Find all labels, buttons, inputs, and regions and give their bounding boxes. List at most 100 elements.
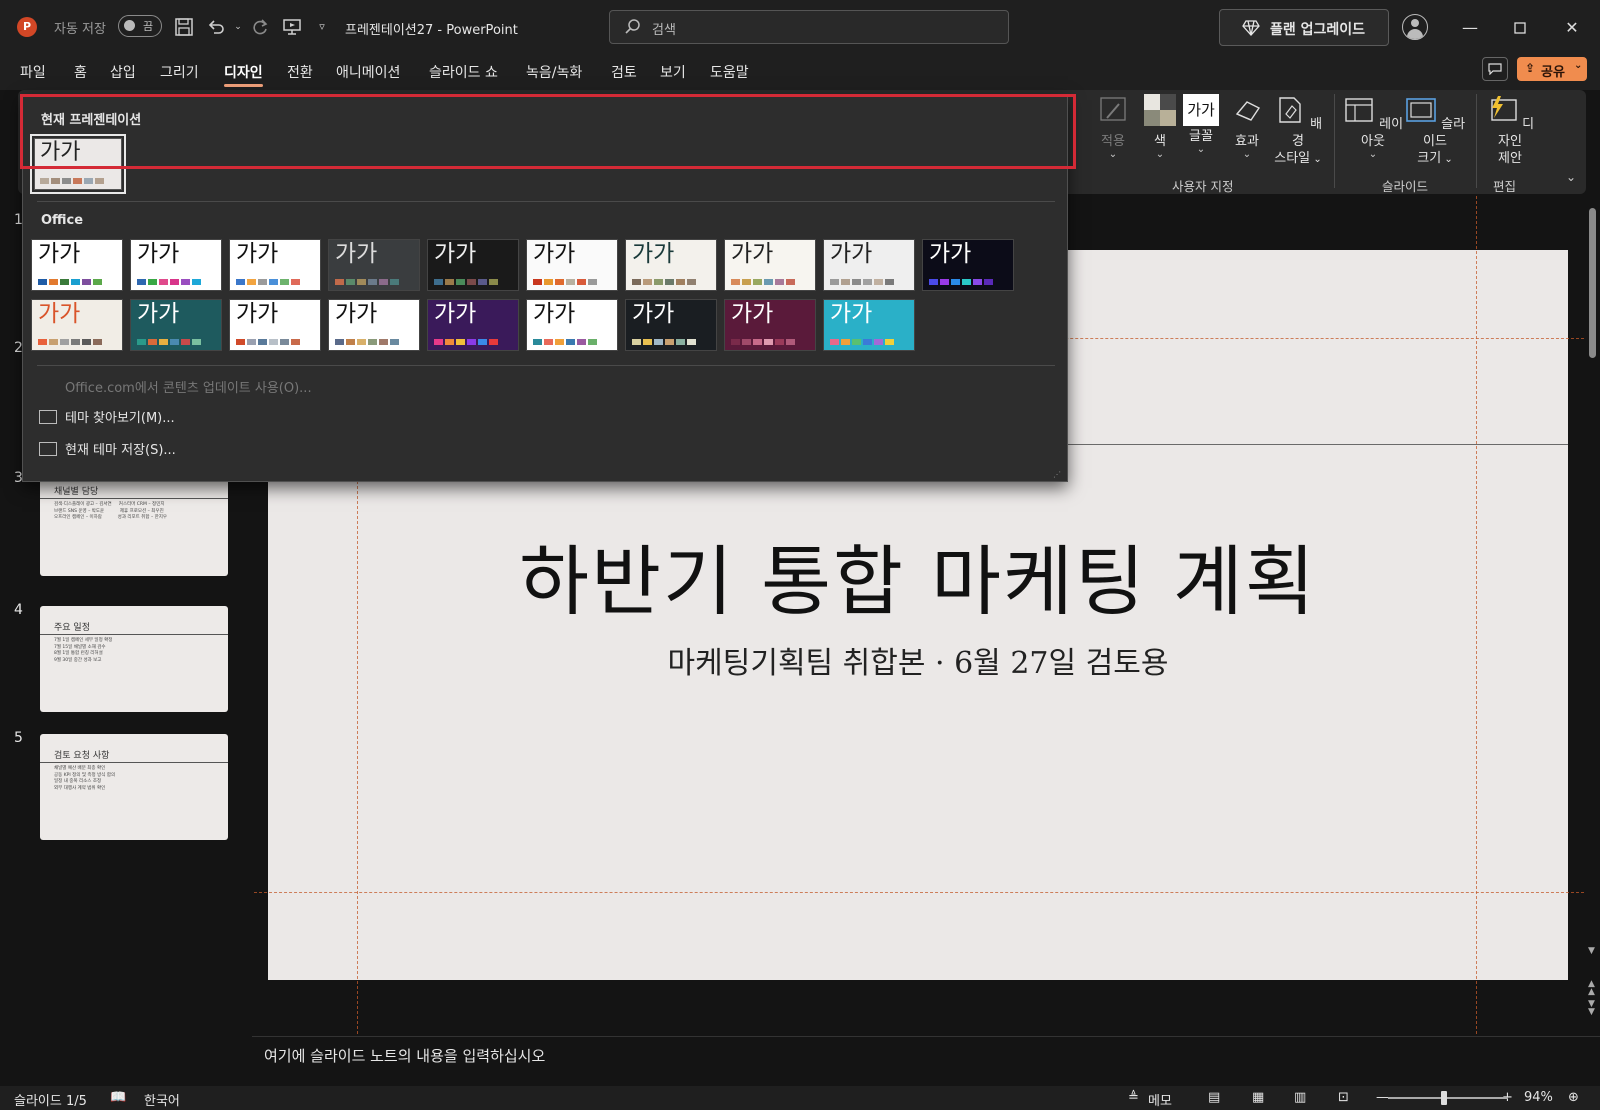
current-theme-thumbnail[interactable]: 가가: [30, 134, 126, 194]
chevron-down-icon: ⌄: [1574, 60, 1583, 71]
color-swatch: [544, 339, 553, 345]
theme-thumbnail-16[interactable]: 가가: [526, 299, 618, 351]
apply-button[interactable]: 적용 ⌄: [1090, 90, 1136, 160]
diamond-icon: [1242, 20, 1260, 36]
scroll-down-icon[interactable]: ▼: [1588, 946, 1595, 956]
tab-draw[interactable]: 그리기: [160, 62, 199, 82]
tab-transitions[interactable]: 전환: [287, 62, 313, 82]
previous-slide-icon[interactable]: ▲ ▲: [1588, 980, 1595, 997]
theme-thumbnail-19[interactable]: 가가: [823, 299, 915, 351]
apply-theme-icon: [1100, 97, 1126, 121]
language-indicator[interactable]: 한국어: [144, 1090, 180, 1109]
notes-toggle-label[interactable]: 메모: [1148, 1090, 1172, 1109]
reading-view-icon[interactable]: ▥: [1294, 1090, 1306, 1105]
slide-subtitle[interactable]: 마케팅기획팀 취합본 · 6월 27일 검토용: [268, 638, 1568, 682]
save-icon[interactable]: [172, 15, 196, 39]
notes-pane[interactable]: 여기에 슬라이드 노트의 내용을 입력하십시오: [252, 1036, 1600, 1086]
thumbnail-body: 검색·디스플레이 광고 – 김서연 커스터머 CRM – 정민지 브랜드 SNS…: [54, 502, 168, 520]
vertical-scrollbar[interactable]: ▼ ▲ ▲ ▼ ▼: [1586, 194, 1600, 1036]
color-swatch: [73, 178, 82, 184]
theme-thumbnail-7[interactable]: 가가: [625, 239, 717, 291]
tab-home[interactable]: 홈: [74, 62, 87, 82]
zoom-slider-knob[interactable]: [1441, 1091, 1448, 1105]
slide-thumbnail-5[interactable]: 검토 요청 사항 채널별 예산 배분 최종 확인 공동 KPI 정의 및 측정 …: [40, 734, 228, 840]
tab-view[interactable]: 보기: [660, 62, 686, 82]
color-button[interactable]: 색 ⌄: [1140, 90, 1180, 160]
slide-title[interactable]: 하반기 통합 마케팅 계획: [268, 520, 1568, 630]
search-input[interactable]: 검색: [609, 10, 1009, 44]
theme-thumbnail-18[interactable]: 가가: [724, 299, 816, 351]
slide-size-button[interactable]: 슬라이드 크기 ⌄: [1404, 90, 1466, 168]
zoom-slider-track[interactable]: [1388, 1097, 1508, 1099]
apply-label: 적용: [1101, 134, 1125, 149]
theme-thumbnail-14[interactable]: 가가: [328, 299, 420, 351]
thumbnail-rule: [40, 762, 228, 763]
slide-sorter-icon[interactable]: ▦: [1252, 1090, 1264, 1105]
theme-thumbnail-2[interactable]: 가가: [130, 239, 222, 291]
present-icon[interactable]: [280, 15, 304, 39]
scrollbar-thumb[interactable]: [1589, 208, 1596, 358]
theme-thumbnail-9[interactable]: 가가: [823, 239, 915, 291]
comments-button[interactable]: [1482, 57, 1508, 81]
color-swatch: [555, 339, 564, 345]
share-button[interactable]: ⇪ 공유 ⌄: [1517, 57, 1587, 81]
tab-review[interactable]: 검토: [611, 62, 637, 82]
designer-button[interactable]: 디자인 제안: [1482, 90, 1538, 167]
fit-to-window-icon[interactable]: ⊕: [1568, 1090, 1579, 1105]
ribbon-collapse-chevron-icon[interactable]: ⌄: [1566, 170, 1576, 184]
group-label-slides: 슬라이드: [1382, 179, 1429, 194]
slide-thumbnail-3[interactable]: 채널별 담당 검색·디스플레이 광고 – 김서연 커스터머 CRM – 정민지 …: [40, 470, 228, 576]
slide-thumbnail-4[interactable]: 주요 일정 7월 1일 캠페인 세부 일정 확정 7월 15일 채널별 소재 검…: [40, 606, 228, 712]
tab-design[interactable]: 디자인: [224, 62, 263, 87]
close-icon[interactable]: ✕: [1558, 14, 1586, 42]
color-swatch: [247, 339, 256, 345]
layout-button[interactable]: 레이아웃 ⌄: [1342, 90, 1404, 160]
font-button[interactable]: 가가 글꼴 ⌄: [1178, 90, 1224, 155]
tab-slideshow[interactable]: 슬라이드 쇼: [429, 62, 498, 82]
accessibility-book-icon[interactable]: 📖: [110, 1090, 126, 1105]
theme-thumbnail-13[interactable]: 가가: [229, 299, 321, 351]
customize-icon[interactable]: ▿: [310, 15, 334, 39]
theme-thumbnail-15[interactable]: 가가: [427, 299, 519, 351]
theme-thumbnail-4[interactable]: 가가: [328, 239, 420, 291]
zoom-level[interactable]: 94%: [1524, 1090, 1553, 1105]
powerpoint-window: P 자동 저장 끔 ⌄ ▿ 프레젠테이션27 - PowerPoint 검색 플…: [0, 0, 1600, 1110]
next-slide-icon[interactable]: ▼ ▼: [1588, 1000, 1595, 1017]
upgrade-plan-button[interactable]: 플랜 업그레이드: [1219, 9, 1389, 46]
slide-number: 5: [14, 730, 23, 746]
tab-record[interactable]: 녹음/녹화: [526, 62, 582, 82]
theme-thumbnail-11[interactable]: 가가: [31, 299, 123, 351]
theme-thumbnail-12[interactable]: 가가: [130, 299, 222, 351]
background-style-button[interactable]: 배경 스타일 ⌄: [1270, 90, 1326, 168]
effects-button[interactable]: 효과 ⌄: [1224, 90, 1270, 160]
background-style-icon: [1279, 97, 1301, 123]
theme-thumbnail-5[interactable]: 가가: [427, 239, 519, 291]
autosave-toggle[interactable]: 끔: [118, 15, 162, 37]
tab-animations[interactable]: 애니메이션: [336, 62, 400, 82]
browse-themes-item[interactable]: 테마 찾아보기(M)...: [39, 407, 175, 426]
undo-icon[interactable]: [204, 15, 228, 39]
maximize-icon[interactable]: [1506, 14, 1534, 42]
color-swatch: [236, 339, 245, 345]
theme-thumbnail-1[interactable]: 가가: [31, 239, 123, 291]
theme-thumbnail-6[interactable]: 가가: [526, 239, 618, 291]
tab-help[interactable]: 도움말: [710, 62, 749, 82]
minimize-icon[interactable]: —: [1456, 14, 1484, 42]
tab-file[interactable]: 파일: [20, 62, 46, 82]
avatar[interactable]: [1402, 14, 1428, 40]
notes-toggle-icon[interactable]: ≜: [1128, 1090, 1139, 1105]
tab-insert[interactable]: 삽입: [110, 62, 136, 82]
save-theme-item[interactable]: 현재 테마 저장(S)...: [39, 439, 176, 458]
undo-dropdown-chevron-icon[interactable]: ⌄: [226, 15, 250, 39]
normal-view-icon[interactable]: ▤: [1208, 1090, 1220, 1105]
theme-thumbnail-10[interactable]: 가가: [922, 239, 1014, 291]
color-swatch: [93, 279, 102, 285]
slideshow-view-icon[interactable]: ⊡: [1338, 1090, 1349, 1105]
theme-thumbnail-8[interactable]: 가가: [724, 239, 816, 291]
resize-grip-icon[interactable]: ⋰: [1053, 471, 1063, 481]
theme-thumbnail-17[interactable]: 가가: [625, 299, 717, 351]
color-swatch: [731, 339, 740, 345]
redo-icon[interactable]: [248, 15, 272, 39]
theme-thumbnail-3[interactable]: 가가: [229, 239, 321, 291]
theme-color-bars: [731, 279, 795, 285]
